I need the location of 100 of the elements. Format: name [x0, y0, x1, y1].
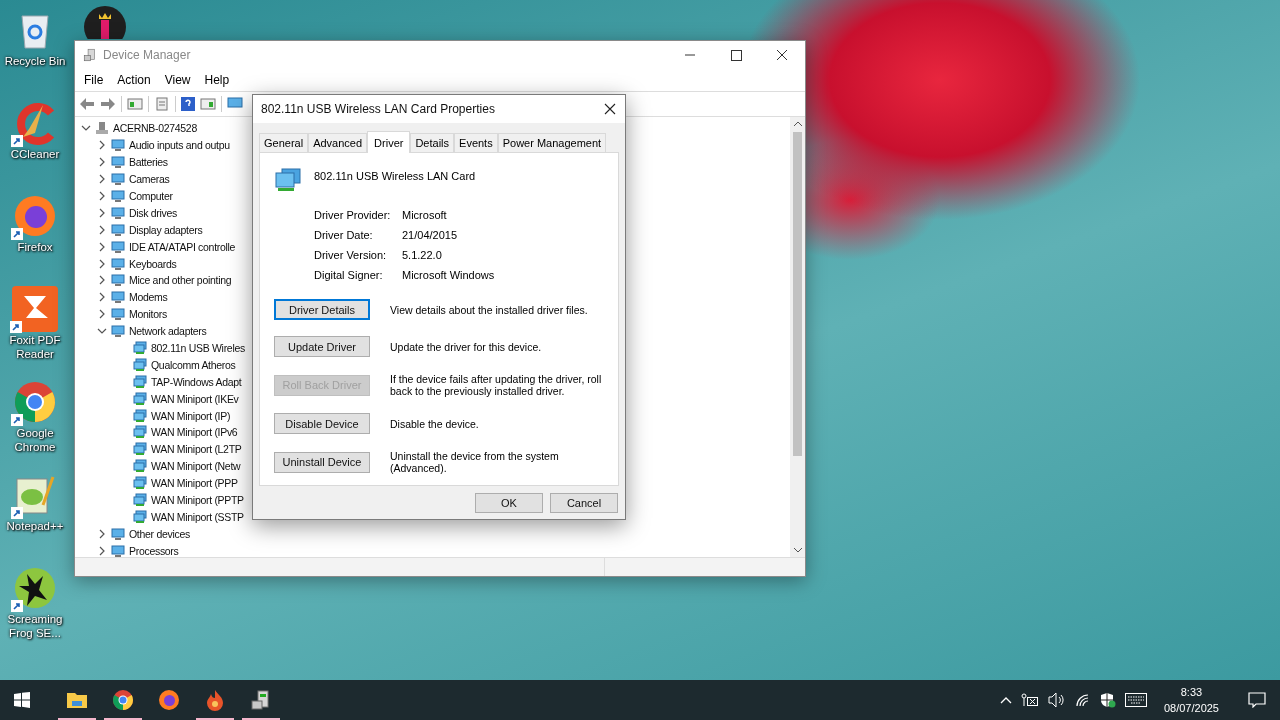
tree-item[interactable]: TAP-Windows Adapt: [151, 375, 242, 388]
chrome-icon[interactable]: [112, 689, 134, 711]
expand-chevron-icon[interactable]: [97, 241, 107, 252]
tree-item[interactable]: Keyboards: [129, 257, 177, 270]
chevron-up-icon[interactable]: [999, 696, 1012, 704]
expand-chevron-icon[interactable]: [97, 292, 107, 303]
tree-item[interactable]: Audio inputs and outpu: [129, 139, 230, 152]
tree-item[interactable]: WAN Miniport (IPv6: [151, 426, 238, 439]
network-adapter-icon: [133, 341, 147, 355]
notification-icon[interactable]: [1248, 692, 1266, 708]
device-manager-icon: [83, 48, 97, 62]
tree-item[interactable]: Modems: [129, 291, 168, 304]
folder-icon[interactable]: [66, 691, 88, 709]
help-icon[interactable]: [181, 97, 195, 111]
action-button[interactable]: Uninstall Device: [274, 451, 370, 473]
field-label: Driver Version:: [314, 249, 388, 261]
close-icon[interactable]: [603, 102, 617, 116]
field-value: 5.1.22.0: [402, 249, 443, 261]
menu-item[interactable]: File: [79, 73, 109, 87]
tab[interactable]: Events: [454, 133, 498, 152]
expand-chevron-icon[interactable]: [97, 258, 107, 269]
tree-item[interactable]: Qualcomm Atheros: [151, 358, 236, 371]
action-description: Update the driver for this device.: [390, 340, 542, 353]
tree-item[interactable]: ACERNB-0274528: [113, 122, 197, 135]
speaker-icon[interactable]: [1047, 692, 1066, 708]
tree-item[interactable]: Other devices: [129, 527, 190, 540]
tab[interactable]: Advanced: [308, 133, 368, 152]
tree-item[interactable]: WAN Miniport (IKEv: [151, 392, 239, 405]
tab[interactable]: General: [259, 133, 309, 152]
keyboard-icon[interactable]: [1124, 693, 1147, 707]
firefox-icon[interactable]: [158, 689, 180, 711]
menu-item[interactable]: Help: [199, 73, 235, 87]
desktop-icon-label[interactable]: Recycle Bin: [1, 54, 69, 68]
tree-item[interactable]: Disk drives: [129, 206, 178, 219]
tree-item[interactable]: Processors: [129, 544, 179, 557]
app-icon[interactable]: [84, 6, 126, 39]
expand-chevron-icon[interactable]: [97, 224, 107, 235]
device-icon: [111, 307, 125, 322]
expand-chevron-icon[interactable]: [97, 528, 107, 539]
dialog-title: 802.11n USB Wireless LAN Card Properties: [261, 102, 495, 116]
expand-chevron-icon[interactable]: [97, 207, 107, 218]
panel-icon[interactable]: [127, 97, 143, 111]
tree-item[interactable]: WAN Miniport (Netw: [151, 460, 241, 473]
monitor-icon[interactable]: [227, 97, 243, 111]
tree-item[interactable]: WAN Miniport (L2TP: [151, 443, 242, 456]
back-arrow-icon[interactable]: [79, 97, 95, 111]
action-button[interactable]: Disable Device: [274, 413, 370, 434]
menu-item[interactable]: View: [159, 73, 196, 87]
clock[interactable]: 8:33 08/07/2025: [1155, 684, 1227, 716]
scroll-down-icon[interactable]: [792, 546, 803, 554]
tree-item[interactable]: WAN Miniport (IP): [151, 409, 231, 422]
tree-item[interactable]: Display adapters: [129, 223, 203, 236]
tree-item[interactable]: Monitors: [129, 308, 167, 321]
device-manager-icon[interactable]: [250, 689, 272, 711]
tree-item[interactable]: Batteries: [129, 156, 168, 169]
expand-chevron-icon[interactable]: [97, 275, 107, 286]
scroll-up-icon[interactable]: [792, 120, 803, 128]
wifi-icon[interactable]: [1074, 693, 1091, 707]
panel-icon[interactable]: [200, 97, 216, 111]
tab[interactable]: Driver: [367, 131, 411, 153]
device-icon: [111, 290, 125, 305]
tree-item[interactable]: WAN Miniport (SSTP: [151, 510, 244, 523]
expand-chevron-icon[interactable]: [97, 545, 107, 556]
security-shield-icon[interactable]: [1099, 692, 1116, 708]
expand-chevron-icon[interactable]: [97, 140, 107, 151]
tree-item[interactable]: IDE ATA/ATAPI controlle: [129, 240, 236, 253]
device-icon: [111, 189, 125, 203]
scrollbar-thumb[interactable]: [793, 132, 802, 456]
device-name: 802.11n USB Wireless LAN Card: [314, 169, 476, 182]
dialog-button[interactable]: Cancel: [550, 493, 618, 513]
tree-item[interactable]: Cameras: [129, 173, 170, 186]
action-button[interactable]: Driver Details: [274, 299, 370, 320]
device-icon: [111, 239, 125, 254]
dialog-button[interactable]: OK: [475, 493, 543, 513]
tab[interactable]: Power Management: [497, 133, 607, 152]
expand-chevron-icon[interactable]: [97, 309, 107, 320]
windows-start-icon[interactable]: [14, 692, 30, 708]
tree-item[interactable]: WAN Miniport (PPTP: [151, 494, 244, 507]
tree-item[interactable]: WAN Miniport (PPP: [151, 477, 238, 490]
tree-item[interactable]: Mice and other pointing: [129, 274, 232, 287]
tab[interactable]: Details: [410, 133, 455, 152]
network-disconnected-icon[interactable]: [1020, 693, 1039, 707]
menu-item[interactable]: Action: [112, 73, 156, 87]
network-adapter-icon: [133, 493, 147, 508]
action-button[interactable]: Update Driver: [274, 336, 370, 357]
field-value: Microsoft Windows: [402, 269, 496, 281]
date-text: 08/07/2025: [1163, 701, 1219, 716]
expand-chevron-icon[interactable]: [97, 157, 107, 168]
tree-item[interactable]: 802.11n USB Wireles: [151, 342, 245, 354]
time-text: 8:33: [1180, 685, 1203, 700]
desktop-icon-label[interactable]: CCleaner: [1, 147, 69, 161]
flame-icon[interactable]: [204, 689, 226, 711]
field-label: Driver Provider:: [314, 209, 392, 221]
tree-item[interactable]: Network adapters: [129, 325, 207, 338]
forward-arrow-icon[interactable]: [100, 97, 116, 111]
network-adapter-icon: [133, 509, 147, 524]
tree-item[interactable]: Computer: [129, 190, 173, 202]
network-adapter-icon: [133, 476, 147, 491]
expand-chevron-icon[interactable]: [97, 191, 107, 201]
expand-chevron-icon[interactable]: [97, 174, 107, 185]
